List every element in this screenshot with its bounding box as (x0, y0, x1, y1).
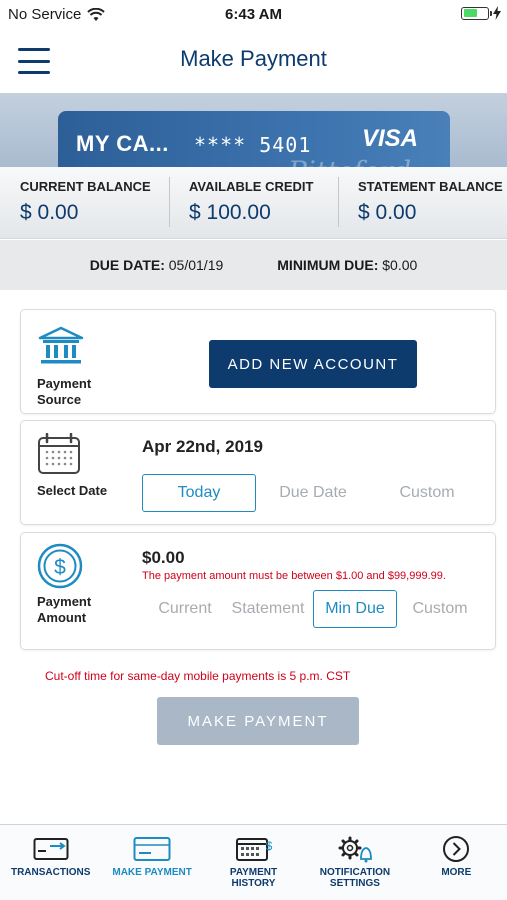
tab-make-payment[interactable]: MAKE PAYMENT (101, 825, 202, 900)
date-options: Today Due Date Custom (142, 474, 484, 512)
tab-transactions-label: TRANSACTIONS (10, 867, 91, 878)
due-date-label: DUE DATE: (89, 257, 165, 273)
payment-source-panel: Payment Source ADD NEW ACCOUNT (20, 309, 496, 414)
current-balance-label: CURRENT BALANCE (20, 179, 151, 194)
battery-status (461, 6, 501, 20)
clock: 6:43 AM (225, 6, 282, 23)
due-date: DUE DATE: 05/01/19 (90, 257, 224, 273)
amount-option-statement[interactable]: Statement (223, 590, 313, 628)
available-credit-label: AVAILABLE CREDIT (189, 179, 314, 194)
minimum-due-value: $0.00 (382, 257, 418, 273)
tab-transactions[interactable]: TRANSACTIONS (0, 825, 101, 900)
tab-notification-settings-label: NOTIFICATION SETTINGS (319, 867, 391, 889)
tab-more[interactable]: MORE (406, 825, 507, 900)
tab-payment-history[interactable]: $ PAYMENT HISTORY (203, 825, 304, 900)
credit-card-image[interactable]: MY CA... **** 5401 VISA Pittsford (58, 111, 450, 167)
svg-text:$: $ (265, 839, 272, 853)
amount-options: Current Statement Min Due Custom (147, 590, 483, 628)
date-option-due-date[interactable]: Due Date (256, 474, 370, 512)
tab-payment-history-label: PAYMENT HISTORY (229, 867, 278, 889)
card-icon (133, 837, 171, 861)
visa-logo: VISA (361, 125, 418, 152)
current-balance: CURRENT BALANCE $ 0.00 (0, 167, 169, 238)
payment-amount-panel: $ Payment Amount $0.00 The payment amoun… (20, 532, 496, 650)
payment-amount-value: $0.00 (142, 548, 185, 567)
card-number: **** 5401 (194, 133, 312, 157)
amount-option-custom[interactable]: Custom (397, 590, 483, 628)
card-script-logo: Pittsford (288, 155, 411, 167)
chevron-right-circle-icon (443, 836, 470, 862)
available-credit: AVAILABLE CREDIT $ 100.00 (169, 167, 338, 238)
dollar-circle-icon: $ (37, 543, 83, 589)
battery-icon (461, 6, 492, 20)
tab-more-label: MORE (441, 867, 472, 878)
tab-make-payment-label: MAKE PAYMENT (112, 867, 192, 878)
statement-balance-value: $ 0.00 (358, 201, 417, 224)
current-balance-value: $ 0.00 (20, 201, 79, 224)
cutoff-notice: Cut-off time for same-day mobile payment… (45, 669, 351, 683)
available-credit-value: $ 100.00 (189, 201, 271, 224)
calendar-icon (38, 433, 80, 474)
balance-summary: CURRENT BALANCE $ 0.00 AVAILABLE CREDIT … (0, 167, 507, 239)
svg-text:$: $ (54, 556, 66, 579)
page-title: Make Payment (180, 46, 327, 71)
payment-amount-label: Payment Amount (37, 594, 92, 625)
minimum-due-label: MINIMUM DUE: (277, 257, 379, 273)
amount-option-current[interactable]: Current (147, 590, 223, 628)
minimum-due: MINIMUM DUE: $0.00 (277, 257, 417, 273)
calendar-dollar-icon: $ (235, 838, 272, 861)
gear-bell-icon (338, 836, 372, 863)
card-banner: MY CA... **** 5401 VISA Pittsford (0, 93, 507, 167)
status-bar: No Service 6:43 AM (0, 0, 507, 28)
bank-icon (38, 326, 84, 364)
statement-balance-label: STATEMENT BALANCE (358, 179, 503, 194)
amount-error-message: The payment amount must be between $1.00… (142, 570, 446, 582)
card-arrow-icon (33, 838, 69, 860)
bottom-tab-bar: TRANSACTIONS MAKE PAYMENT $ PAYMENT HIST… (0, 824, 507, 900)
card-name: MY CA... (76, 131, 169, 156)
statement-balance: STATEMENT BALANCE $ 0.00 (338, 167, 507, 238)
due-info: DUE DATE: 05/01/19 MINIMUM DUE: $0.00 (0, 240, 507, 290)
date-option-custom[interactable]: Custom (370, 474, 484, 512)
due-date-value: 05/01/19 (168, 257, 224, 273)
date-option-today[interactable]: Today (142, 474, 256, 512)
amount-option-min-due[interactable]: Min Due (313, 590, 397, 628)
select-date-label: Select Date (37, 483, 108, 498)
add-new-account-button[interactable]: ADD NEW ACCOUNT (209, 340, 417, 388)
tab-notification-settings[interactable]: NOTIFICATION SETTINGS (304, 825, 405, 900)
app-header: Make Payment (0, 28, 507, 92)
selected-date: Apr 22nd, 2019 (142, 437, 263, 456)
menu-icon[interactable] (18, 48, 50, 74)
select-date-panel: Select Date Apr 22nd, 2019 Today Due Dat… (20, 420, 496, 525)
payment-source-label: Payment Source (37, 376, 92, 407)
make-payment-button[interactable]: MAKE PAYMENT (157, 697, 359, 745)
charging-bolt-icon (493, 6, 501, 20)
